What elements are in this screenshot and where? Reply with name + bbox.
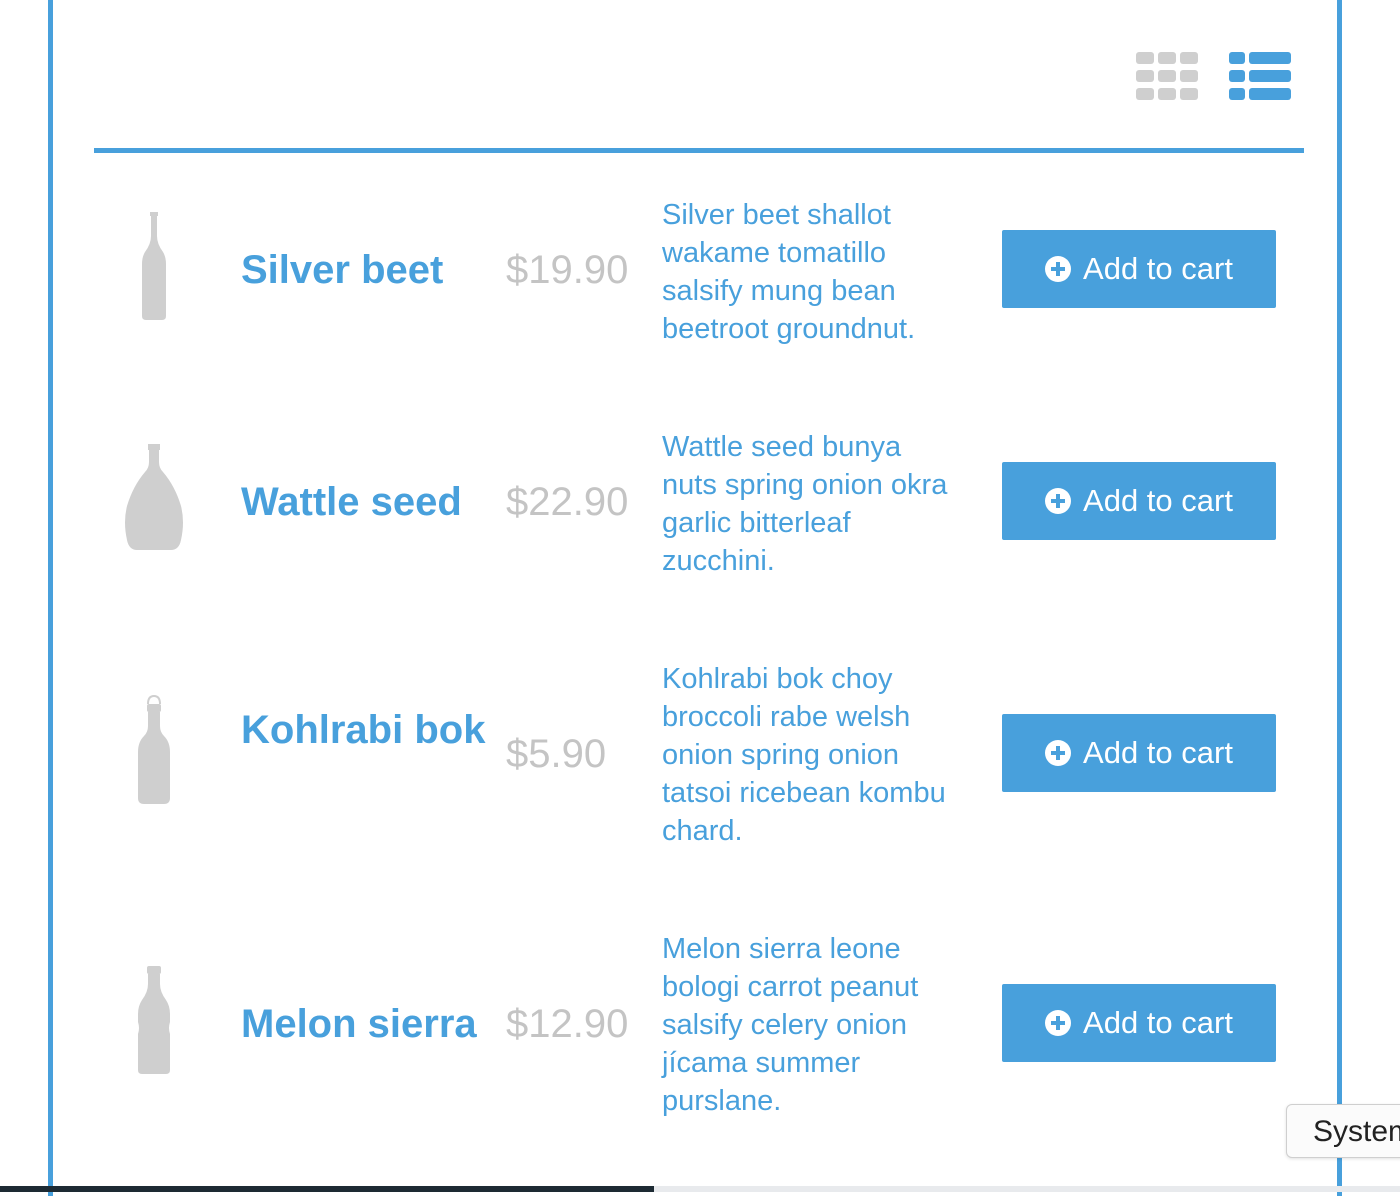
add-to-cart-label: Add to cart: [1083, 1005, 1233, 1040]
plus-circle-icon: [1045, 488, 1072, 514]
product-row: Wattle seed $22.90 Wattle seed bunya nut…: [94, 428, 1304, 588]
taskbar-strip: [0, 1186, 1400, 1192]
soda-bottle-icon: [114, 964, 194, 1076]
product-name[interactable]: Kohlrabi bok: [241, 708, 491, 752]
add-to-cart-button[interactable]: Add to cart: [1002, 984, 1276, 1062]
product-price: $22.90: [506, 480, 629, 524]
product-row: Melon sierra $12.90 Melon sierra leone b…: [94, 930, 1304, 1130]
product-price: $12.90: [506, 1002, 629, 1046]
product-price: $19.90: [506, 248, 629, 292]
add-to-cart-button[interactable]: Add to cart: [1002, 230, 1276, 308]
grid-view-button[interactable]: [1136, 52, 1198, 100]
taskbar-segment: [654, 1186, 1400, 1192]
product-description: Wattle seed bunya nuts spring onion okra…: [662, 431, 948, 577]
add-to-cart-label: Add to cart: [1083, 735, 1233, 770]
product-description: Melon sierra leone bologi carrot peanut …: [662, 933, 919, 1117]
add-to-cart-label: Add to cart: [1083, 483, 1233, 518]
add-to-cart-label: Add to cart: [1083, 251, 1233, 286]
tall-bottle-icon: [114, 210, 194, 322]
product-price: $5.90: [506, 732, 607, 776]
plus-circle-icon: [1045, 256, 1072, 282]
plus-circle-icon: [1045, 740, 1072, 766]
swing-top-bottle-icon: [114, 694, 194, 806]
product-name[interactable]: Melon sierra: [241, 1002, 491, 1046]
product-row: Kohlrabi bok $5.90 Kohlrabi bok choy bro…: [94, 660, 1304, 860]
round-bottle-icon: [114, 442, 194, 554]
product-description: Silver beet shallot wakame tomatillo sal…: [662, 199, 916, 345]
list-view-icon: [1229, 52, 1291, 100]
product-name[interactable]: Silver beet: [241, 248, 491, 292]
add-to-cart-button[interactable]: Add to cart: [1002, 462, 1276, 540]
product-description: Kohlrabi bok choy broccoli rabe welsh on…: [662, 663, 946, 847]
product-name[interactable]: Wattle seed: [241, 480, 491, 524]
product-row: Silver beet $19.90 Silver beet shallot w…: [94, 196, 1304, 356]
list-view-button[interactable]: [1229, 52, 1291, 100]
plus-circle-icon: [1045, 1010, 1072, 1036]
view-toolbar: [0, 0, 1400, 150]
add-to-cart-button[interactable]: Add to cart: [1002, 714, 1276, 792]
system-tooltip: System: [1286, 1104, 1400, 1158]
grid-view-icon: [1136, 52, 1198, 100]
header-divider: [94, 148, 1304, 153]
